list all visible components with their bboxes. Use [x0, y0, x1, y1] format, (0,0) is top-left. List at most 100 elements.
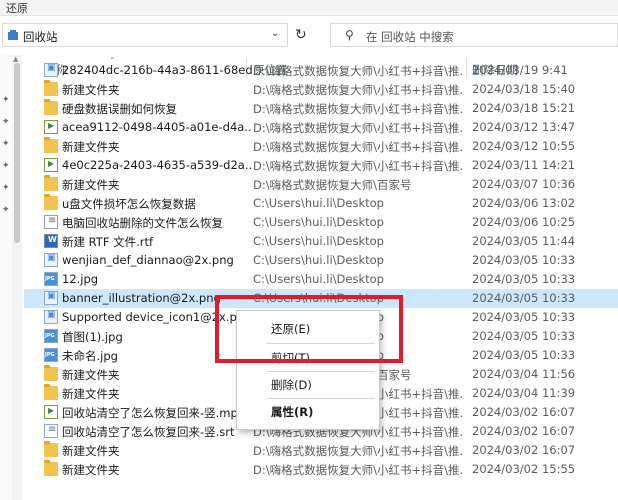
search-box[interactable]: ⚲ 在 回收站 中搜索	[330, 23, 618, 47]
deleted-date: 2024/03/19 9:41	[472, 63, 568, 77]
file-row[interactable]: wenjian_def_diannao@2x.png C:\Users\hui.l…	[24, 251, 618, 270]
pin-icon: ✦	[2, 205, 10, 215]
file-row[interactable]: u盘文件损坏怎么恢复数据 C:\Users\hui.li\Desktop 2024/…	[24, 194, 618, 213]
chevron-down-icon[interactable]: ⌄	[271, 28, 279, 39]
file-name: 电脑回收站删除的文件怎么恢复	[62, 216, 223, 230]
image-icon	[44, 253, 58, 267]
deleted-date: 2024/03/05 10:33	[472, 291, 576, 305]
folder-icon	[44, 384, 58, 400]
original-location: D:\嗨格式数据恢复大师\小红书+抖音\推...	[253, 83, 463, 97]
vertical-scrollbar[interactable]: ▲	[12, 55, 22, 500]
deleted-date: 2024/03/04 11:56	[472, 367, 576, 381]
deleted-date: 2024/03/04 11:39	[472, 386, 576, 400]
file-name: u盘文件损坏怎么恢复数据	[62, 197, 196, 211]
folder-icon	[44, 441, 58, 457]
file-name: 新建文件夹	[62, 368, 120, 382]
refresh-icon[interactable]: ↻	[295, 27, 307, 43]
deleted-date: 2024/03/05 10:33	[472, 253, 576, 267]
original-location: D:\嗨格式数据恢复大师\小红书+抖音\推...	[253, 102, 463, 116]
file-row[interactable]: 新建 RTF 文件.rtf C:\Users\hui.li\Desktop 2024…	[24, 232, 618, 251]
file-name: 新建文件夹	[62, 463, 120, 477]
video-icon	[44, 158, 58, 172]
delete-menu-item[interactable]: 删除(D)	[237, 374, 381, 394]
jpg-icon	[44, 348, 58, 362]
jpg-icon	[44, 329, 58, 343]
original-location: D:\嗨格式数据恢复大师\小红书+抖音\推...	[253, 121, 463, 135]
address-bar-row: 回收站 ⌄ ↻ ⚲ 在 回收站 中搜索	[0, 20, 618, 52]
pin-icon: ✦	[2, 161, 10, 171]
pin-icon: ✦	[2, 139, 10, 149]
deleted-date: 2024/03/02 16:07	[472, 443, 576, 457]
scrollbar-thumb[interactable]	[14, 63, 20, 243]
rtf-icon	[44, 234, 58, 248]
original-location: C:\Users\hui.li\Desktop	[253, 272, 384, 286]
file-name: 新建文件夹	[62, 140, 120, 154]
file-row[interactable]: 4e0c225a-2403-4635-a539-d2a...D:\嗨格式数据恢复…	[24, 156, 618, 175]
deleted-date: 2024/03/18 15:21	[472, 101, 576, 115]
file-row[interactable]: 新建文件夹 D:\嗨格式数据恢复大师\小红书+抖音\推... 2024/03/02 …	[24, 460, 618, 479]
deleted-date: 2024/03/06 10:25	[472, 215, 576, 229]
deleted-date: 2024/03/18 15:40	[472, 82, 576, 96]
doc-icon	[44, 424, 58, 438]
file-name: 4e0c225a-2403-4635-a539-d2a...	[62, 158, 252, 172]
menu-divider	[267, 371, 375, 372]
original-location: D:\嗨格式数据恢复大师\小红书+抖音\推...	[253, 444, 463, 458]
deleted-date: 2024/03/02 16:07	[472, 424, 576, 438]
deleted-date: 2024/03/06 13:02	[472, 196, 576, 210]
deleted-date: 2024/03/05 10:33	[472, 310, 576, 324]
deleted-date: 2024/03/05 10:33	[472, 329, 576, 343]
folder-icon	[44, 175, 58, 191]
file-row[interactable]: acea9112-0498-4405-a01e-d4a...D:\嗨格式数据恢复…	[24, 118, 618, 137]
file-icon	[44, 215, 58, 229]
file-row[interactable]: 282404dc-216b-44a3-8611-68ed...D:\嗨格式数据恢…	[24, 61, 618, 80]
deleted-date: 2024/03/12 10:55	[472, 139, 576, 153]
recycle-bin-icon	[8, 30, 18, 40]
video-icon	[44, 120, 58, 134]
pin-icon: ✦	[2, 95, 10, 105]
file-name: 12.jpg	[62, 272, 99, 286]
deleted-date: 2024/03/05 11:44	[472, 234, 576, 248]
image-icon	[44, 291, 58, 305]
file-name: 新建 RTF 文件.rtf	[62, 235, 154, 249]
folder-icon	[44, 99, 58, 115]
file-row[interactable]: 电脑回收站删除的文件怎么恢复 C:\Users\hui.li\Desktop 202…	[24, 213, 618, 232]
deleted-date: 2024/03/02 16:07	[472, 405, 576, 419]
deleted-date: 2024/03/05 10:33	[472, 272, 576, 286]
folder-icon	[44, 137, 58, 153]
restore-ribbon-button[interactable]: 还原	[6, 0, 28, 16]
ribbon-bar: 还原	[0, 0, 618, 16]
highlight-box	[215, 295, 403, 363]
search-icon: ⚲	[345, 28, 354, 42]
file-row[interactable]: 12.jpg C:\Users\hui.li\Desktop 2024/03/05 …	[24, 270, 618, 289]
original-location: C:\Users\hui.li\Desktop	[253, 253, 384, 267]
folder-icon	[44, 460, 58, 476]
address-field[interactable]: 回收站 ⌄	[2, 23, 288, 47]
deleted-date: 2024/03/11 14:21	[472, 158, 576, 172]
folder-icon	[44, 365, 58, 381]
file-row[interactable]: 新建文件夹 D:\嗨格式数据恢复大师\百家号 2024/03/07 10:36	[24, 175, 618, 194]
search-placeholder: 在 回收站 中搜索	[366, 30, 454, 44]
original-location: D:\嗨格式数据恢复大师\小红书+抖音\推...	[253, 140, 463, 154]
file-name: 新建文件夹	[62, 444, 120, 458]
file-row[interactable]: 硬盘数据误删如何恢复 D:\嗨格式数据恢复大师\小红书+抖音\推... 2024/0…	[24, 99, 618, 118]
file-name: 新建文件夹	[62, 178, 120, 192]
original-location: D:\嗨格式数据恢复大师\小红书+抖音\推...	[253, 159, 463, 173]
image-icon	[44, 310, 58, 324]
deleted-date: 2024/03/05 10:33	[472, 348, 576, 362]
jpg-icon	[44, 272, 58, 286]
video-icon	[44, 405, 58, 419]
delete-menu-label: 删除(D)	[271, 378, 312, 392]
properties-menu-label: 属性(R)	[271, 405, 314, 419]
original-location: D:\嗨格式数据恢复大师\小红书+抖音\推...	[253, 463, 463, 477]
image-icon	[44, 63, 58, 77]
menu-divider	[267, 398, 375, 399]
scroll-up-icon[interactable]: ▲	[13, 55, 18, 63]
address-path: 回收站	[23, 30, 58, 44]
original-location: D:\嗨格式数据恢复大师\百家号	[253, 178, 412, 192]
file-row[interactable]: 新建文件夹 D:\嗨格式数据恢复大师\小红书+抖音\推... 2024/03/02 …	[24, 441, 618, 460]
file-row[interactable]: 新建文件夹 D:\嗨格式数据恢复大师\小红书+抖音\推... 2024/03/18 …	[24, 80, 618, 99]
file-row[interactable]: 新建文件夹 D:\嗨格式数据恢复大师\小红书+抖音\推... 2024/03/12 …	[24, 137, 618, 156]
file-name: 回收站清空了怎么恢复回来-竖.srt	[62, 425, 235, 439]
pin-icon: ✦	[2, 117, 10, 127]
properties-menu-item[interactable]: 属性(R)	[237, 401, 381, 421]
